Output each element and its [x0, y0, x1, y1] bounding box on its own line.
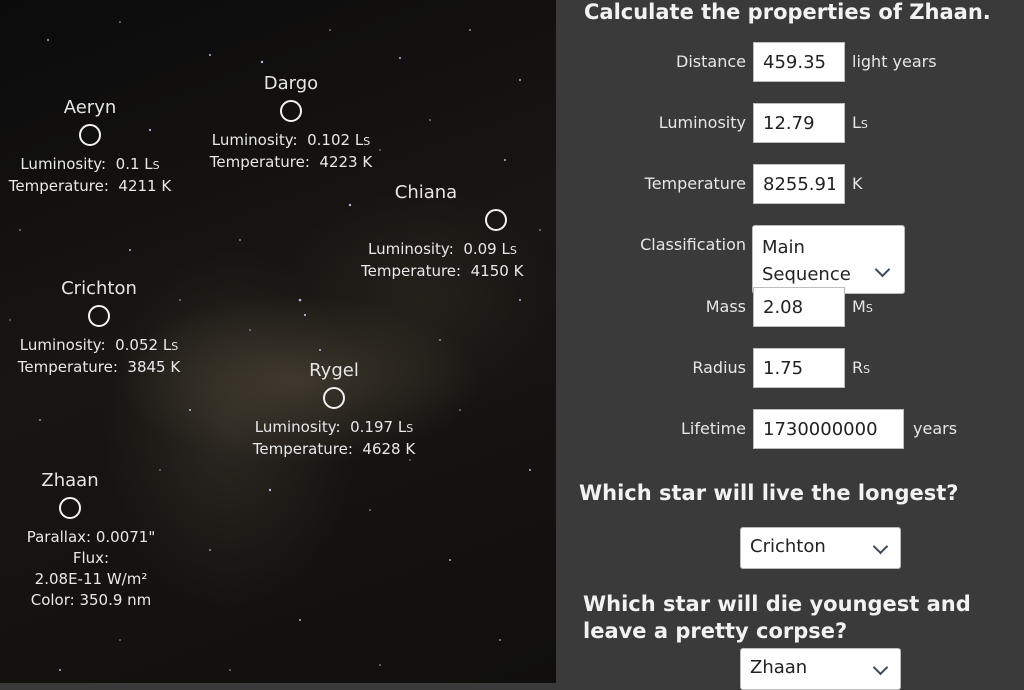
youngest-star-select[interactable]: Zhaan [740, 648, 901, 690]
classification-value-line1: Main [762, 237, 805, 258]
temperature-readout: Temperature: 4150 K [361, 262, 524, 280]
star-selector-icon[interactable] [59, 497, 81, 519]
temperature-readout: Temperature: 4628 K [252, 440, 416, 458]
star-name: Zhaan [41, 470, 99, 491]
color-readout: Color: 350.9 nm [30, 591, 152, 609]
distance-row: Distance light years [556, 42, 1024, 84]
temperature-label: Temperature [644, 174, 746, 193]
lifetime-unit: years [913, 419, 958, 438]
star-chiana: Chiana Luminosity: 0.09 LS Temperature: … [358, 182, 556, 282]
chevron-down-icon [874, 261, 891, 278]
luminosity-row: Luminosity LS [556, 103, 1024, 145]
page-title: Calculate the properties of Zhaan. [584, 0, 991, 24]
mass-unit: MS [852, 297, 873, 316]
star-field: Aeryn Luminosity: 0.1 LS Temperature: 42… [0, 0, 556, 683]
star-name: Dargo [263, 73, 319, 94]
luminosity-readout: Luminosity: 0.052 LS [19, 336, 179, 354]
star-name: Crichton [61, 278, 137, 299]
star-selector-icon[interactable] [280, 100, 302, 122]
lifetime-label: Lifetime [681, 419, 746, 438]
temperature-row: Temperature K [556, 164, 1024, 206]
luminosity-unit: LS [852, 113, 868, 132]
temperature-field[interactable] [753, 164, 845, 204]
luminosity-readout: Luminosity: 0.197 LS [254, 418, 414, 436]
calculation-panel: Calculate the properties of Zhaan. Dista… [556, 0, 1024, 690]
longest-star-value: Crichton [750, 536, 826, 557]
luminosity-readout: Luminosity: 0.09 LS [368, 240, 517, 258]
distance-field[interactable] [753, 42, 845, 82]
chevron-down-icon [872, 538, 889, 555]
luminosity-label: Luminosity [658, 113, 746, 132]
star-selector-icon[interactable] [88, 305, 110, 327]
star-name: Chiana [394, 182, 458, 203]
flux-label: Flux: [72, 549, 110, 567]
mass-label: Mass [705, 297, 746, 316]
distance-label: Distance [676, 52, 746, 71]
question-longest: Which star will live the longest? [579, 481, 959, 505]
star-dargo: Dargo Luminosity: 0.102 LS Temperature: … [206, 73, 376, 173]
mass-field[interactable] [753, 287, 845, 327]
radius-unit: RS [852, 358, 871, 377]
radius-field[interactable] [753, 348, 845, 388]
star-name: Aeryn [63, 97, 117, 118]
classification-value-line2: Sequence [762, 264, 851, 285]
star-zhaan: Zhaan Parallax: 0.0071" Flux: 2.08E-11 W… [0, 470, 182, 611]
temperature-unit: K [852, 174, 863, 193]
temperature-readout: Temperature: 3845 K [17, 358, 181, 376]
longest-star-select[interactable]: Crichton [740, 527, 901, 569]
lifetime-row: Lifetime years [556, 409, 1024, 451]
star-aeryn: Aeryn Luminosity: 0.1 LS Temperature: 42… [5, 97, 175, 197]
luminosity-field[interactable] [753, 103, 845, 143]
star-name: Rygel [309, 360, 359, 381]
luminosity-readout: Luminosity: 0.102 LS [211, 131, 371, 149]
parallax-readout: Parallax: 0.0071" [26, 528, 156, 546]
classification-row: Classification Main Sequence [556, 225, 1024, 295]
youngest-star-value: Zhaan [750, 657, 808, 678]
flux-readout: 2.08E-11 W/m² [34, 570, 148, 588]
distance-unit: light years [852, 52, 937, 71]
temperature-readout: Temperature: 4211 K [8, 177, 172, 195]
mass-row: Mass MS [556, 287, 1024, 329]
temperature-readout: Temperature: 4223 K [209, 153, 373, 171]
chevron-down-icon [872, 659, 889, 676]
star-crichton: Crichton Luminosity: 0.052 LS Temperatur… [13, 278, 185, 378]
star-rygel: Rygel Luminosity: 0.197 LS Temperature: … [248, 360, 420, 460]
classification-select[interactable]: Main Sequence [752, 225, 905, 294]
star-selector-icon[interactable] [323, 387, 345, 409]
radius-label: Radius [692, 358, 746, 377]
radius-row: Radius RS [556, 348, 1024, 390]
classification-label: Classification [640, 235, 746, 254]
lifetime-field[interactable] [753, 409, 904, 449]
star-selector-icon[interactable] [79, 124, 101, 146]
star-selector-icon[interactable] [485, 209, 507, 231]
question-youngest: Which star will die youngest and leave a… [583, 592, 971, 643]
luminosity-readout: Luminosity: 0.1 LS [20, 155, 160, 173]
